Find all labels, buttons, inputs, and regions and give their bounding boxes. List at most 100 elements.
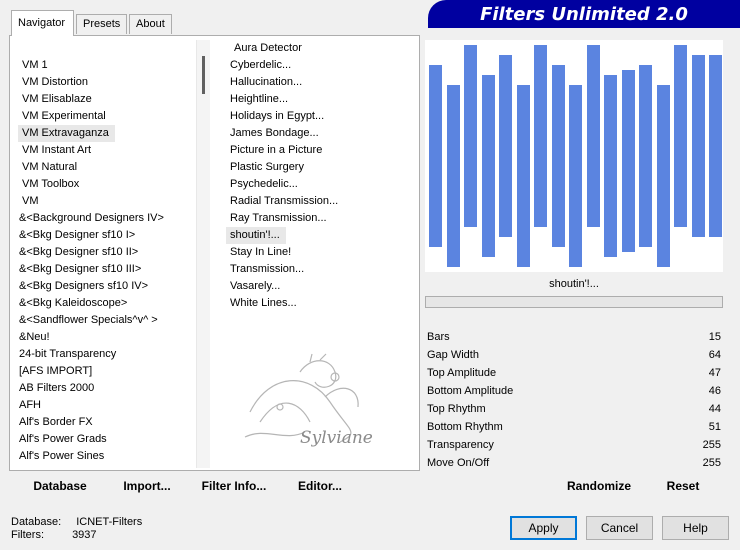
filter-item[interactable]: Psychedelic... <box>226 176 416 193</box>
preview-bar <box>552 65 565 247</box>
param-value[interactable]: 15 <box>709 328 721 346</box>
param-label: Bottom Rhythm <box>427 421 503 433</box>
preview-bar <box>639 65 652 247</box>
database-label: Database: <box>11 516 62 528</box>
param-value[interactable]: 255 <box>703 436 721 454</box>
tab-about[interactable]: About <box>129 14 172 34</box>
category-item[interactable]: Alf's Border FX <box>18 414 194 431</box>
category-item[interactable]: &<Bkg Designer sf10 III> <box>18 261 194 278</box>
filters-label: Filters: <box>11 529 44 541</box>
param-row[interactable]: Transparency 255 <box>425 436 723 454</box>
category-item[interactable]: VM Extravaganza <box>18 125 194 142</box>
param-row[interactable]: Gap Width 64 <box>425 346 723 364</box>
param-label: Transparency <box>427 439 494 451</box>
parameter-panel: Bars 15 Gap Width 64 Top Amplitude 47 Bottom A… <box>425 312 723 470</box>
param-row[interactable]: Bars 15 <box>425 328 723 346</box>
param-value[interactable]: 51 <box>709 418 721 436</box>
import-button[interactable]: Import... <box>110 475 184 497</box>
category-item[interactable]: VM 1 <box>18 57 194 74</box>
category-item[interactable]: AFH <box>18 397 194 414</box>
category-item[interactable]: VM <box>18 193 194 210</box>
preview-bar <box>464 45 477 227</box>
database-button[interactable]: Database <box>20 475 100 497</box>
status-filters: Filters: 3937 <box>11 529 97 541</box>
category-item[interactable]: &<Bkg Designer sf10 I> <box>18 227 194 244</box>
filter-item[interactable]: Plastic Surgery <box>226 159 416 176</box>
category-item[interactable]: [AFS IMPORT] <box>18 363 194 380</box>
preview-bar <box>482 75 495 257</box>
param-value[interactable]: 44 <box>709 400 721 418</box>
category-item[interactable]: VM Experimental <box>18 108 194 125</box>
filter-item[interactable]: Aura Detector <box>226 40 416 57</box>
category-item[interactable]: &<Sandflower Specials^v^ > <box>18 312 194 329</box>
reset-button[interactable]: Reset <box>652 475 714 497</box>
preview-bar <box>604 75 617 257</box>
scrollbar-thumb[interactable] <box>202 56 205 94</box>
filter-item[interactable]: Picture in a Picture <box>226 142 416 159</box>
param-row[interactable]: Bottom Rhythm 51 <box>425 418 723 436</box>
filter-item-selected[interactable]: shoutin'!... <box>226 227 286 244</box>
filter-item[interactable]: Heightline... <box>226 91 416 108</box>
category-item[interactable]: VM Toolbox <box>18 176 194 193</box>
filter-item[interactable]: Holidays in Egypt... <box>226 108 416 125</box>
preview-bar <box>657 85 670 267</box>
category-item[interactable]: &<Bkg Designer sf10 II> <box>18 244 194 261</box>
filters-value: 3937 <box>72 529 97 541</box>
preview-bar <box>447 85 460 267</box>
preview-bar <box>674 45 687 227</box>
category-item[interactable]: 24-bit Transparency <box>18 346 194 363</box>
filter-item[interactable]: James Bondage... <box>226 125 416 142</box>
filter-item[interactable]: Stay In Line! <box>226 244 416 261</box>
param-label: Bottom Amplitude <box>427 385 514 397</box>
param-value[interactable]: 255 <box>703 454 721 472</box>
category-item[interactable]: &Neu! <box>18 329 194 346</box>
param-row[interactable]: Move On/Off 255 <box>425 454 723 472</box>
preview-bar <box>569 85 582 267</box>
filter-item[interactable]: shoutin'!... <box>226 227 416 244</box>
category-item[interactable]: VM Elisablaze <box>18 91 194 108</box>
category-item[interactable]: VM Natural <box>18 159 194 176</box>
param-label: Move On/Off <box>427 457 490 469</box>
randomize-button[interactable]: Randomize <box>556 475 642 497</box>
category-item[interactable]: VM Distortion <box>18 74 194 91</box>
category-item[interactable]: Alf's Power Grads <box>18 431 194 448</box>
category-item-selected[interactable]: VM Extravaganza <box>18 125 115 142</box>
param-label: Bars <box>427 331 450 343</box>
cancel-button[interactable]: Cancel <box>586 516 653 540</box>
category-item[interactable]: &<Bkg Designers sf10 IV> <box>18 278 194 295</box>
category-scrollbar[interactable] <box>196 40 210 468</box>
status-database: Database: ICNET-Filters <box>11 516 142 528</box>
apply-button[interactable]: Apply <box>510 516 577 540</box>
filter-item[interactable]: Hallucination... <box>226 74 416 91</box>
filter-info-button[interactable]: Filter Info... <box>194 475 274 497</box>
preview-bar <box>622 70 635 252</box>
param-row[interactable]: Bottom Amplitude 46 <box>425 382 723 400</box>
param-row[interactable]: Top Amplitude 47 <box>425 364 723 382</box>
param-label: Top Amplitude <box>427 367 497 379</box>
param-value[interactable]: 64 <box>709 346 721 364</box>
param-value[interactable]: 47 <box>709 364 721 382</box>
category-item[interactable]: AB Filters 2000 <box>18 380 194 397</box>
param-value[interactable]: 46 <box>709 382 721 400</box>
param-row[interactable]: Top Rhythm 44 <box>425 400 723 418</box>
filter-list[interactable]: Aura Detector Cyberdelic... Hallucination.… <box>226 40 416 320</box>
tab-navigator[interactable]: Navigator <box>11 10 74 36</box>
help-button[interactable]: Help <box>662 516 729 540</box>
preview-bar <box>587 45 600 227</box>
category-item[interactable]: &<Background Designers IV> <box>18 210 194 227</box>
category-item[interactable]: &<Bkg Kaleidoscope> <box>18 295 194 312</box>
filter-item[interactable]: Vasarely... <box>226 278 416 295</box>
preview-bar <box>709 55 722 237</box>
tab-presets[interactable]: Presets <box>76 14 127 34</box>
editor-button[interactable]: Editor... <box>288 475 352 497</box>
filter-item[interactable]: Transmission... <box>226 261 416 278</box>
preview-bar <box>517 85 530 267</box>
category-list[interactable]: VM 1 VM Distortion VM Elisablaze VM Experim… <box>18 57 194 469</box>
filter-item[interactable]: Cyberdelic... <box>226 57 416 74</box>
category-item[interactable]: VM Instant Art <box>18 142 194 159</box>
filter-item[interactable]: Ray Transmission... <box>226 210 416 227</box>
category-item[interactable]: Alf's Power Sines <box>18 448 194 465</box>
preview-filter-name: shoutin'!... <box>425 274 723 294</box>
filter-item[interactable]: White Lines... <box>226 295 416 312</box>
filter-item[interactable]: Radial Transmission... <box>226 193 416 210</box>
